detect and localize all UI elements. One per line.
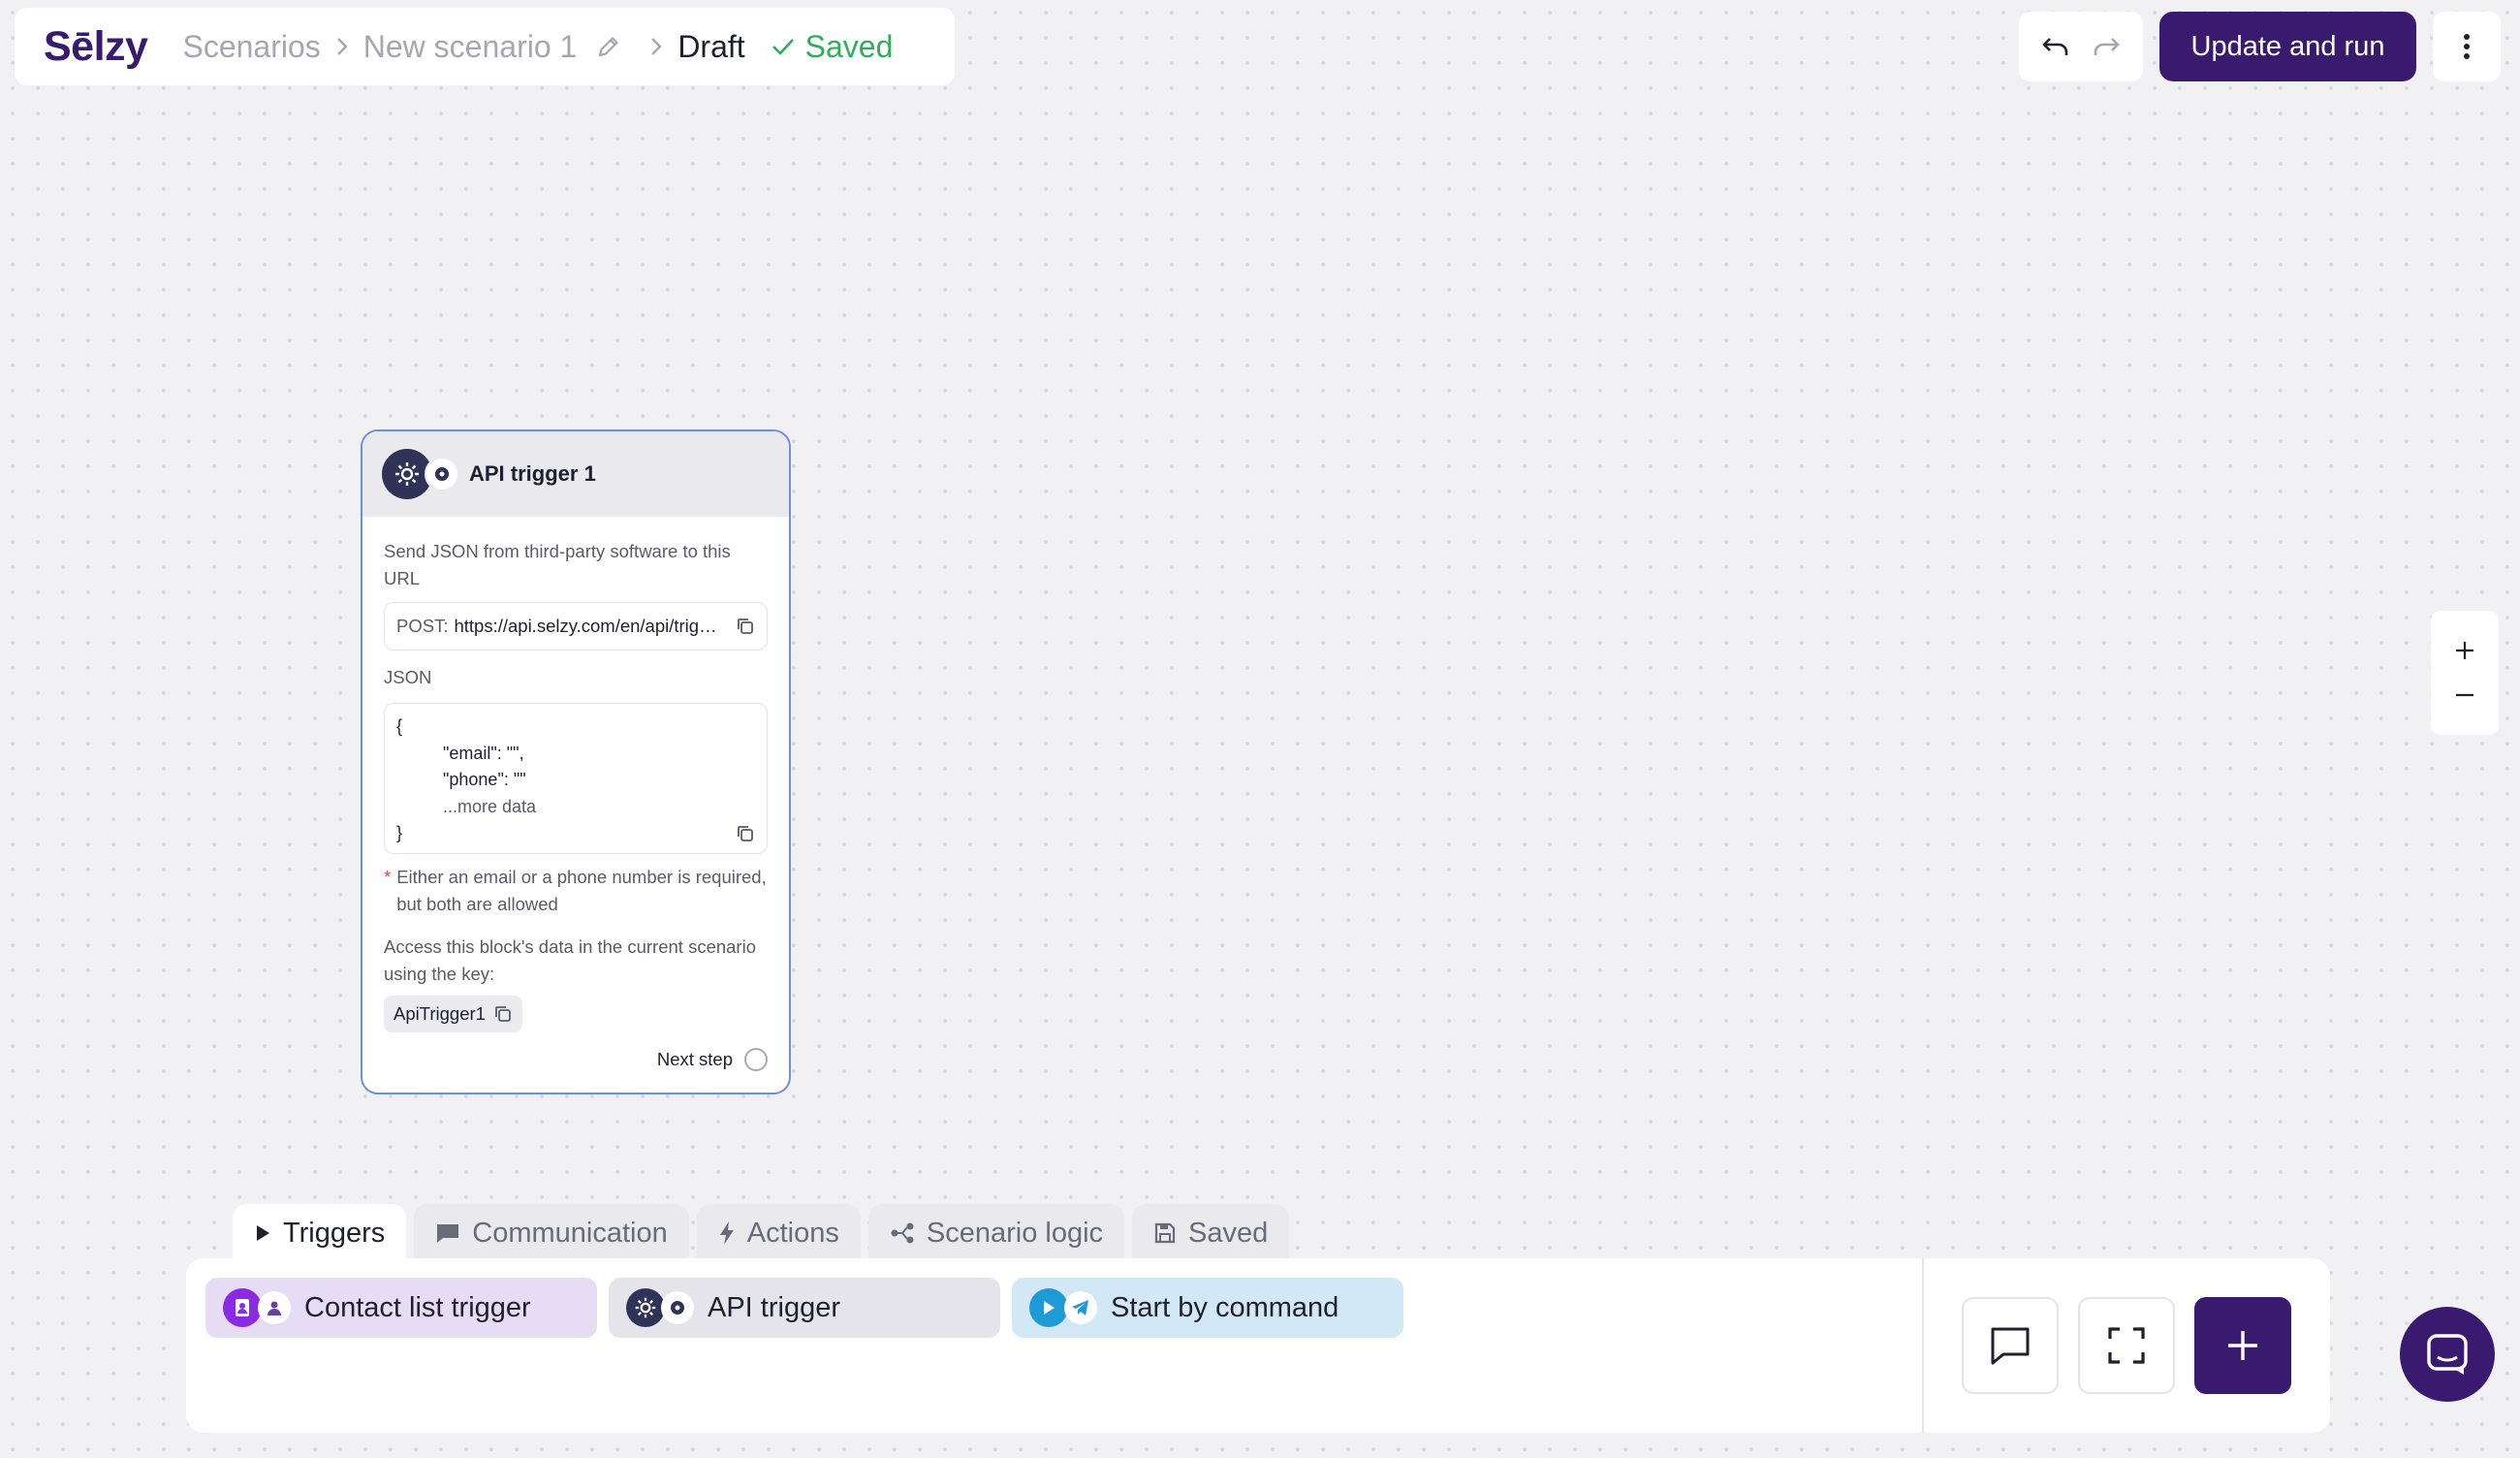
- update-and-run-button[interactable]: Update and run: [2159, 12, 2416, 81]
- block-label: API trigger: [708, 1291, 840, 1323]
- contact-list-icon: [223, 1288, 262, 1327]
- start-by-command-block[interactable]: Start by command: [1012, 1278, 1403, 1338]
- block-key: ApiTrigger1: [394, 1003, 486, 1024]
- json-label: JSON: [384, 667, 432, 687]
- tab-label: Saved: [1188, 1217, 1269, 1249]
- tab-label: Scenario logic: [926, 1217, 1104, 1249]
- save-icon: [1154, 1222, 1176, 1244]
- block-category-tabs: Triggers Communication Actions Scenario …: [233, 1204, 1290, 1262]
- add-block-button[interactable]: [2194, 1297, 2291, 1394]
- api-url: https://api.selzy.com/en/api/trig…: [454, 616, 717, 636]
- play-icon: [1029, 1288, 1068, 1327]
- tab-label: Actions: [746, 1217, 839, 1249]
- block-label: Start by command: [1111, 1291, 1339, 1323]
- support-chat-button[interactable]: [2400, 1307, 2495, 1402]
- chevron-right-icon: [635, 31, 677, 62]
- more-options-icon[interactable]: [2433, 12, 2501, 81]
- next-step-connector[interactable]: Next step: [657, 1048, 768, 1071]
- json-example: { "email": "", "phone": "" ...more data …: [384, 703, 768, 854]
- api-badge-icon: [661, 1291, 694, 1324]
- api-trigger-node[interactable]: API trigger 1 Send JSON from third-party…: [361, 429, 791, 1094]
- required-asterisk: *: [384, 867, 392, 887]
- node-title: API trigger 1: [469, 461, 596, 486]
- selzy-logo[interactable]: Sēlzy: [44, 23, 148, 71]
- person-icon: [258, 1291, 291, 1324]
- copy-icon[interactable]: [736, 824, 755, 843]
- api-badge-icon: [425, 457, 459, 491]
- tab-communication[interactable]: Communication: [414, 1204, 689, 1262]
- pencil-icon[interactable]: [596, 34, 621, 59]
- plus-icon: [2228, 1331, 2257, 1360]
- saved-status: Saved: [771, 28, 894, 65]
- copy-icon[interactable]: [493, 1004, 513, 1024]
- zoom-controls: [2431, 611, 2499, 735]
- comment-icon: [1991, 1327, 2030, 1365]
- zoom-out-icon[interactable]: [2453, 683, 2476, 707]
- block-key-chip[interactable]: ApiTrigger1: [384, 996, 522, 1032]
- scenario-name[interactable]: New scenario 1: [363, 29, 578, 65]
- tab-triggers[interactable]: Triggers: [233, 1204, 407, 1262]
- required-note-text: Either an email or a phone number is req…: [396, 867, 767, 914]
- next-step-label: Next step: [656, 1049, 733, 1069]
- block-label: Contact list trigger: [304, 1291, 531, 1323]
- tab-saved[interactable]: Saved: [1132, 1204, 1290, 1262]
- api-trigger-block[interactable]: API trigger: [609, 1278, 1000, 1338]
- panel-divider: [1922, 1258, 1924, 1433]
- comment-button[interactable]: [1962, 1297, 2059, 1394]
- saved-label: Saved: [804, 28, 894, 64]
- http-method: POST:: [396, 616, 449, 636]
- breadcrumb-scenarios[interactable]: Scenarios: [182, 29, 320, 65]
- json-line: {: [396, 716, 403, 736]
- copy-icon[interactable]: [736, 617, 755, 636]
- json-line: "phone": "": [443, 770, 526, 789]
- history-controls: [2019, 12, 2143, 81]
- play-icon: [257, 1225, 269, 1241]
- undo-icon[interactable]: [2041, 34, 2070, 59]
- contact-list-trigger-block[interactable]: Contact list trigger: [205, 1278, 597, 1338]
- tab-actions[interactable]: Actions: [696, 1204, 861, 1262]
- check-icon: [772, 39, 794, 55]
- chat-icon: [2427, 1334, 2468, 1375]
- gear-icon: [626, 1288, 665, 1327]
- node-description: Send JSON from third-party software to t…: [384, 541, 731, 588]
- tab-scenario-logic[interactable]: Scenario logic: [867, 1204, 1125, 1262]
- branch-icon: [891, 1222, 914, 1244]
- scenario-status-draft: Draft: [677, 28, 745, 64]
- tab-label: Communication: [472, 1217, 668, 1249]
- json-line: "email": "",: [443, 743, 524, 763]
- breadcrumb-bar: Sēlzy Scenarios New scenario 1 Draft Sav…: [15, 8, 955, 85]
- fullscreen-button[interactable]: [2078, 1297, 2175, 1394]
- node-header[interactable]: API trigger 1: [362, 431, 789, 517]
- redo-icon[interactable]: [2092, 34, 2121, 59]
- json-line: }: [396, 823, 403, 842]
- zoom-in-icon[interactable]: [2453, 639, 2476, 662]
- tab-label: Triggers: [283, 1217, 386, 1249]
- json-line: ...more data: [443, 796, 537, 816]
- next-step-handle[interactable]: [744, 1048, 768, 1071]
- chevron-right-icon: [321, 31, 363, 62]
- lightning-icon: [719, 1221, 734, 1245]
- required-note: * Either an email or a phone number is r…: [384, 864, 768, 918]
- telegram-icon: [1064, 1291, 1097, 1324]
- message-icon: [437, 1224, 459, 1243]
- url-field[interactable]: POST: https://api.selzy.com/en/api/trig…: [384, 602, 768, 650]
- fullscreen-icon: [2108, 1327, 2145, 1364]
- access-hint: Access this block's data in the current …: [384, 936, 756, 984]
